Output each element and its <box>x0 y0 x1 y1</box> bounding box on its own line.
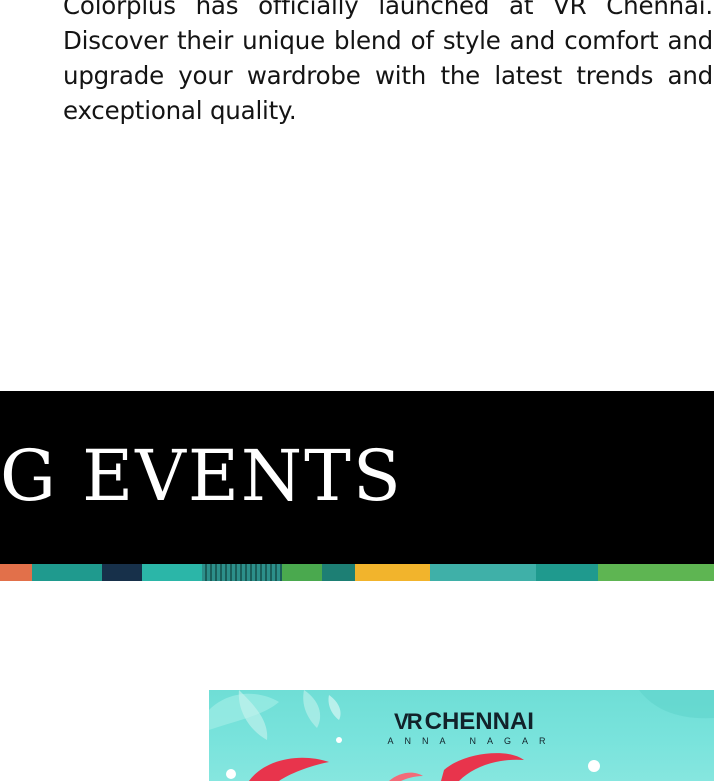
stripe-segment <box>355 564 430 581</box>
stripe-segment <box>102 564 142 581</box>
vr-chennai-logo: VR CHENNAI ANNA NAGAR <box>359 708 569 746</box>
stripe-segment <box>202 564 282 581</box>
red-swoosh <box>389 772 423 781</box>
leaf-shape <box>328 695 341 720</box>
stripe-segment <box>536 564 598 581</box>
red-swoosh <box>249 757 329 781</box>
stripe-segment <box>0 564 32 581</box>
event-poster-image[interactable]: VR CHENNAI ANNA NAGAR <box>209 690 714 781</box>
stripe-segment <box>282 564 322 581</box>
multicolor-stripe <box>0 564 714 581</box>
sparkle-dot <box>226 769 236 779</box>
sparkle-dot <box>588 760 600 772</box>
stripe-segment <box>430 564 536 581</box>
section-title: G EVENTS <box>0 435 403 517</box>
event-description: Colorplus has officially launched at VR … <box>63 0 713 125</box>
stripe-segment <box>322 564 355 581</box>
stripe-segment <box>32 564 102 581</box>
red-swoosh <box>441 753 524 781</box>
stripe-segment <box>598 564 714 581</box>
sparkle-dot <box>336 737 342 743</box>
logo-subtitle: ANNA NAGAR <box>387 736 557 746</box>
stripe-segment <box>142 564 202 581</box>
leaf-shape <box>303 690 321 728</box>
events-section-banner: G EVENTS <box>0 391 714 564</box>
leaf-shape <box>639 690 714 719</box>
logo-mark: VR <box>394 709 423 734</box>
logo-name: CHENNAI <box>424 708 534 735</box>
